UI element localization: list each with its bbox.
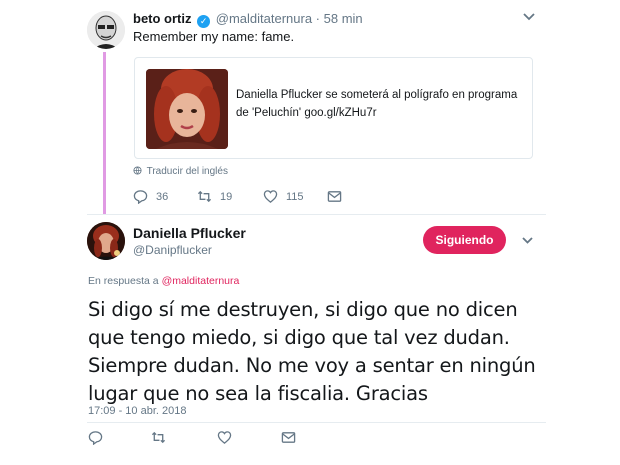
tweet-divider bbox=[87, 214, 546, 215]
reply-context: En respuesta a @malditaternura bbox=[88, 275, 239, 287]
avatar-daniella-pflucker[interactable] bbox=[87, 222, 125, 260]
avatar-beto-ortiz[interactable] bbox=[87, 11, 125, 49]
reply-icon[interactable] bbox=[88, 430, 103, 445]
thread-connector-line bbox=[103, 52, 106, 214]
tweet1-author-name[interactable]: beto ortiz bbox=[133, 11, 192, 26]
retweet-icon bbox=[197, 190, 212, 203]
tweet1-author-handle[interactable]: @malditaternura bbox=[216, 11, 312, 26]
tweet1-separator: · bbox=[315, 11, 321, 26]
like-count: 115 bbox=[286, 190, 304, 203]
tweet2-text: Si digo sí me destruyen, si digo que no … bbox=[88, 298, 536, 405]
retweet-count: 19 bbox=[220, 190, 233, 203]
reply-prefix: En respuesta a bbox=[88, 275, 159, 287]
card-headline: Daniella Pflucker se someterá al polígra… bbox=[236, 89, 518, 119]
translate-link[interactable]: Traducir del inglés bbox=[133, 166, 228, 177]
reply-button[interactable]: 36 bbox=[133, 189, 168, 204]
tweet2-author-handle[interactable]: @Danipflucker bbox=[133, 243, 212, 257]
tweet2-author-name[interactable]: Daniella Pflucker bbox=[133, 225, 246, 241]
following-button[interactable]: Siguiendo bbox=[423, 226, 506, 254]
direct-message-button[interactable] bbox=[327, 189, 350, 204]
chevron-down-icon[interactable] bbox=[522, 12, 536, 22]
retweet-icon[interactable] bbox=[151, 430, 166, 445]
like-icon bbox=[263, 190, 278, 203]
direct-message-icon bbox=[327, 191, 342, 202]
actions-divider bbox=[87, 422, 546, 423]
reply-count: 36 bbox=[156, 190, 169, 203]
card-thumbnail bbox=[146, 69, 228, 149]
like-icon[interactable] bbox=[217, 430, 232, 445]
tweet2-timestamp[interactable]: 17:09 - 10 abr. 2018 bbox=[88, 405, 186, 417]
tweet1-header: beto ortiz ✓ @malditaternura · 58 min bbox=[133, 11, 363, 28]
globe-icon bbox=[133, 166, 142, 175]
tweet1-time[interactable]: 58 min bbox=[324, 11, 363, 26]
reply-to-handle-link[interactable]: @malditaternura bbox=[162, 275, 240, 287]
translate-label: Traducir del inglés bbox=[146, 166, 228, 177]
chevron-down-icon[interactable] bbox=[521, 236, 534, 245]
retweet-button[interactable]: 19 bbox=[197, 189, 232, 204]
tweet1-text: Remember my name: fame. bbox=[133, 29, 295, 44]
like-button[interactable]: 115 bbox=[263, 189, 304, 204]
reply-icon bbox=[133, 190, 148, 204]
link-preview-card[interactable]: Daniella Pflucker se someterá al polígra… bbox=[134, 57, 533, 159]
verified-badge-icon: ✓ bbox=[197, 15, 211, 28]
direct-message-icon[interactable] bbox=[281, 430, 296, 445]
